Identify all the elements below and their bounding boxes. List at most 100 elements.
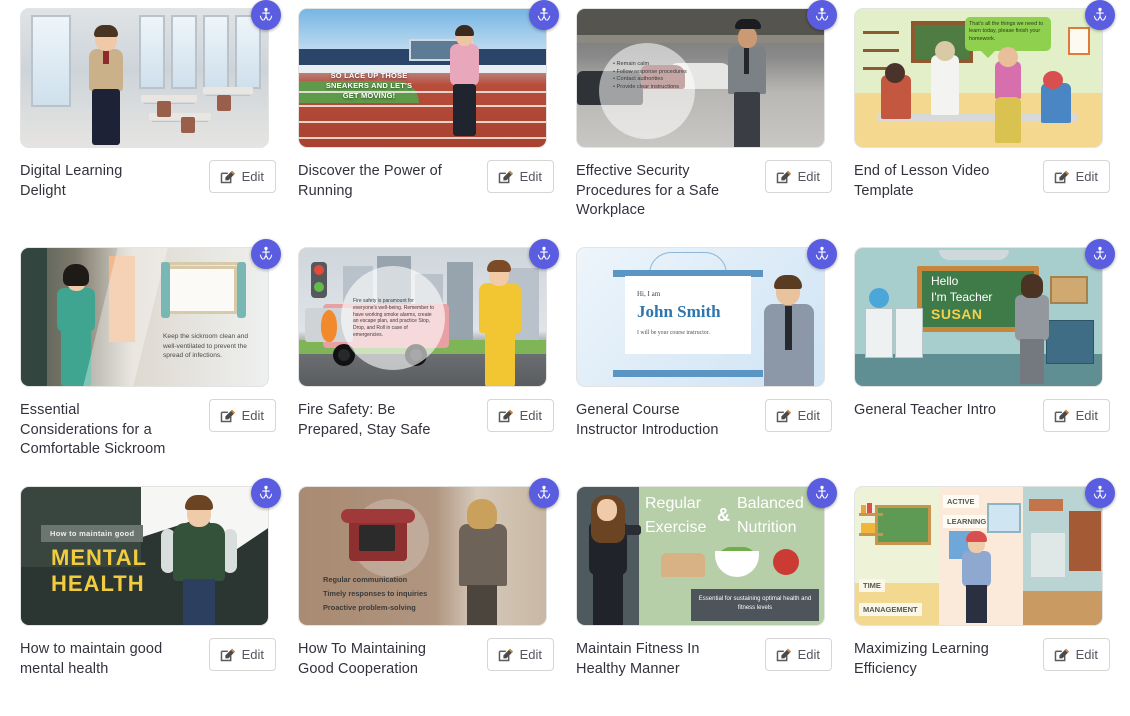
avatar-3d-character-icon[interactable] (1085, 239, 1115, 269)
template-card[interactable]: TIME MANAGEMENT ACTIVE LEARNING Maximizi… (854, 478, 1115, 716)
thumbnail-wrapper[interactable]: That's all the things we need to learn t… (854, 0, 1115, 148)
card-title: Digital Learning Delight (20, 163, 123, 199)
thumb-word-3: Balanced (737, 495, 804, 512)
edit-button[interactable]: Edit (1042, 638, 1110, 671)
avatar-3d-character-icon[interactable] (807, 478, 837, 508)
pencil-square-icon (776, 648, 791, 662)
thumb-tag-1: TIME (859, 579, 885, 592)
avatar-3d-character-icon[interactable] (807, 239, 837, 269)
template-thumbnail[interactable]: How to maintain good MENTAL HEALTH (20, 486, 269, 626)
card-title: Maintain Fitness In Healthy Manner (576, 641, 700, 677)
thumb-subtitle: I will be your course instructor. (637, 330, 710, 336)
thumb-caption: Keep the sickroom clean and well-ventila… (163, 333, 249, 360)
thumb-tag-4: LEARNING (943, 515, 991, 528)
template-card[interactable]: • Remain calm • Follow response procedur… (576, 0, 837, 247)
avatar-3d-character-icon[interactable] (529, 0, 559, 30)
thumbnail-wrapper[interactable]: Hello I'm Teacher SUSAN (854, 239, 1115, 387)
scene-chalkboard-teacher-intro: Hello I'm Teacher SUSAN (855, 248, 1102, 386)
edit-button-label: Edit (519, 169, 542, 184)
edit-button[interactable]: Edit (208, 399, 276, 432)
card-title: How to maintain good mental health (20, 641, 163, 677)
avatar-3d-character-icon[interactable] (251, 478, 281, 508)
template-thumbnail[interactable]: Keep the sickroom clean and well-ventila… (20, 247, 269, 387)
pencil-square-icon (220, 170, 235, 184)
thumb-caption: Fire safety is paramount for everyone's … (353, 298, 434, 338)
edit-button[interactable]: Edit (764, 638, 832, 671)
card-title: Discover the Power of Running (298, 163, 442, 199)
template-thumbnail[interactable]: Fire safety is paramount for everyone's … (298, 247, 547, 387)
template-card[interactable]: Hi, I am John Smith I will be your cours… (576, 239, 837, 486)
template-card[interactable]: How to maintain good MENTAL HEALTH How t… (20, 478, 281, 716)
edit-button-label: Edit (519, 408, 542, 423)
template-thumbnail[interactable]: • Remain calm • Follow response procedur… (576, 8, 825, 148)
thumbnail-wrapper[interactable]: SO LACE UP THOSE SNEAKERS AND LET'S GET … (298, 0, 559, 148)
avatar-3d-character-icon[interactable] (251, 239, 281, 269)
template-card[interactable]: Hello I'm Teacher SUSAN General Teacher … (854, 239, 1115, 486)
template-thumbnail[interactable]: Hello I'm Teacher SUSAN (854, 247, 1103, 387)
scene-running-track-stadium: SO LACE UP THOSE SNEAKERS AND LET'S GET … (299, 9, 546, 147)
edit-button[interactable]: Edit (1042, 160, 1110, 193)
card-title: General Course Instructor Introduction (576, 402, 719, 438)
edit-button-label: Edit (797, 647, 820, 662)
card-meta: Essential Considerations for a Comfortab… (20, 399, 276, 460)
card-title: Fire Safety: Be Prepared, Stay Safe (298, 402, 431, 438)
template-thumbnail[interactable] (20, 8, 269, 148)
thumbnail-wrapper[interactable]: Fire safety is paramount for everyone's … (298, 239, 559, 387)
template-card[interactable]: Digital Learning Delight Edit (20, 0, 281, 247)
template-card[interactable]: Regular Exercise & Balanced Nutrition Es… (576, 478, 837, 716)
template-thumbnail[interactable]: Hi, I am John Smith I will be your cours… (576, 247, 825, 387)
card-title: Maximizing Learning Efficiency (854, 641, 989, 677)
edit-button[interactable]: Edit (486, 399, 554, 432)
edit-button[interactable]: Edit (1042, 399, 1110, 432)
card-meta: Maintain Fitness In Healthy Manner Edit (576, 638, 832, 679)
thumbnail-wrapper[interactable]: Keep the sickroom clean and well-ventila… (20, 239, 281, 387)
edit-button[interactable]: Edit (764, 399, 832, 432)
avatar-3d-character-icon[interactable] (1085, 0, 1115, 30)
pencil-square-icon (1054, 648, 1069, 662)
template-thumbnail[interactable]: SO LACE UP THOSE SNEAKERS AND LET'S GET … (298, 8, 547, 148)
card-meta: Fire Safety: Be Prepared, Stay Safe Edit (298, 399, 554, 440)
thumbnail-wrapper[interactable] (20, 0, 281, 148)
thumbnail-wrapper[interactable]: Hi, I am John Smith I will be your cours… (576, 239, 837, 387)
edit-button[interactable]: Edit (486, 160, 554, 193)
edit-button-label: Edit (797, 408, 820, 423)
template-card[interactable]: SO LACE UP THOSE SNEAKERS AND LET'S GET … (298, 0, 559, 247)
thumbnail-wrapper[interactable]: Regular communication Timely responses t… (298, 478, 559, 626)
template-thumbnail[interactable]: TIME MANAGEMENT ACTIVE LEARNING (854, 486, 1103, 626)
template-card[interactable]: Regular communication Timely responses t… (298, 478, 559, 716)
thumb-word-1: Regular (645, 495, 702, 512)
pencil-square-icon (498, 648, 513, 662)
edit-button-label: Edit (241, 647, 264, 662)
thumb-caption: SO LACE UP THOSE SNEAKERS AND LET'S GET … (325, 71, 413, 100)
avatar-3d-character-icon[interactable] (807, 0, 837, 30)
edit-button-label: Edit (241, 408, 264, 423)
thumbnail-wrapper[interactable]: How to maintain good MENTAL HEALTH (20, 478, 281, 626)
thumb-bullet-list: Regular communication Timely responses t… (323, 575, 428, 612)
pencil-square-icon (1054, 170, 1069, 184)
thumb-line-2: I'm Teacher (931, 290, 993, 304)
card-meta: General Teacher Intro Edit (854, 399, 1110, 432)
thumbnail-wrapper[interactable]: TIME MANAGEMENT ACTIVE LEARNING (854, 478, 1115, 626)
edit-button[interactable]: Edit (208, 638, 276, 671)
avatar-3d-character-icon[interactable] (529, 478, 559, 508)
edit-button[interactable]: Edit (208, 160, 276, 193)
card-meta: How To Maintaining Good Cooperation Edit (298, 638, 554, 679)
template-card[interactable]: That's all the things we need to learn t… (854, 0, 1115, 247)
edit-button[interactable]: Edit (764, 160, 832, 193)
avatar-3d-character-icon[interactable] (529, 239, 559, 269)
thumb-name: John Smith (637, 302, 721, 321)
thumbnail-wrapper[interactable]: • Remain calm • Follow response procedur… (576, 0, 837, 148)
avatar-3d-character-icon[interactable] (1085, 478, 1115, 508)
pencil-square-icon (776, 409, 791, 423)
card-title: General Teacher Intro (854, 402, 997, 418)
thumbnail-wrapper[interactable]: Regular Exercise & Balanced Nutrition Es… (576, 478, 837, 626)
edit-button[interactable]: Edit (486, 638, 554, 671)
avatar-3d-character-icon[interactable] (251, 0, 281, 30)
template-card[interactable]: Fire safety is paramount for everyone's … (298, 239, 559, 486)
template-card[interactable]: Keep the sickroom clean and well-ventila… (20, 239, 281, 486)
scene-sickroom-nurse-window: Keep the sickroom clean and well-ventila… (21, 248, 268, 386)
template-thumbnail[interactable]: Regular communication Timely responses t… (298, 486, 547, 626)
template-thumbnail[interactable]: That's all the things we need to learn t… (854, 8, 1103, 148)
thumb-speech-bubble: That's all the things we need to learn t… (965, 17, 1051, 58)
template-thumbnail[interactable]: Regular Exercise & Balanced Nutrition Es… (576, 486, 825, 626)
